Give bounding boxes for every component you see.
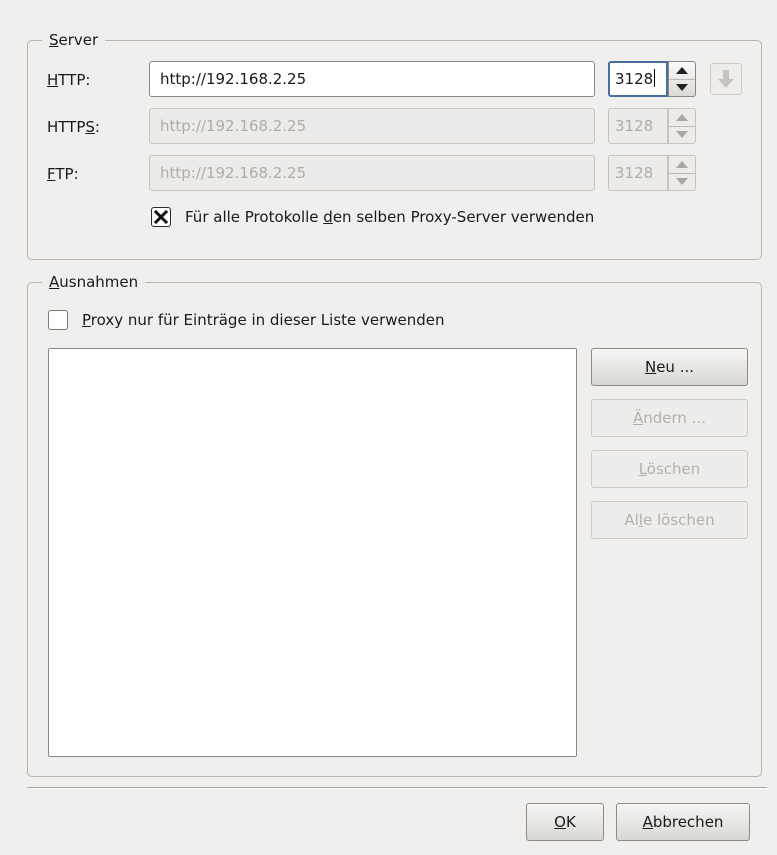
arrow-down-icon [676,131,688,138]
only-list-checkbox[interactable] [48,310,68,330]
http-port-input[interactable]: 3128 [608,61,668,97]
same-proxy-label[interactable]: Für alle Protokolle den selben Proxy-Ser… [185,207,594,227]
http-url-input[interactable]: http://192.168.2.25 [149,61,595,97]
ftp-port-input: 3128 [608,155,668,191]
exceptions-group-title: Ausnahmen [42,272,146,292]
https-port-stepper [668,108,696,144]
checkmark-x-icon [153,209,169,225]
only-list-label[interactable]: Proxy nur für Einträge in dieser Liste v… [82,310,445,330]
edit-button: Ändern ... [591,399,748,437]
delete-button: Löschen [591,450,748,488]
http-port-up-button[interactable] [669,62,695,80]
same-proxy-checkbox[interactable] [151,207,171,227]
cancel-button[interactable]: Abbrechen [616,803,750,841]
http-label: HTTP: [47,71,91,89]
new-button[interactable]: Neu ... [591,348,748,386]
clear-all-button: Alle löschen [591,501,748,539]
arrow-down-icon [676,178,688,185]
arrow-up-icon [676,161,688,168]
ftp-url-input: http://192.168.2.25 [149,155,595,191]
exceptions-list[interactable] [48,348,577,757]
ok-button[interactable]: OK [526,803,604,841]
http-port-down-button[interactable] [669,79,695,96]
footer-separator [27,787,767,789]
ftp-port-stepper [668,155,696,191]
https-label: HTTPS: [47,118,100,136]
http-port-stepper[interactable] [668,61,696,97]
https-url-input: http://192.168.2.25 [149,108,595,144]
copy-down-button[interactable] [710,63,742,95]
https-port-input: 3128 [608,108,668,144]
ftp-label: FTP: [47,165,79,183]
arrow-down-icon [676,84,688,91]
arrow-up-icon [676,67,688,74]
server-group-title: Server [42,30,106,50]
arrow-up-icon [676,114,688,121]
arrow-down-icon [718,70,734,88]
